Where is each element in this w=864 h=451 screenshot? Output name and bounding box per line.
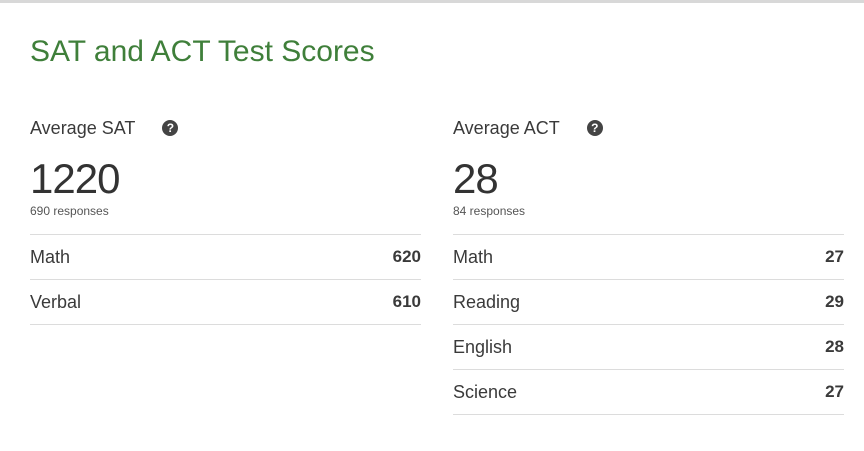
act-reading-value: 29 bbox=[825, 292, 844, 311]
top-divider bbox=[0, 0, 864, 3]
act-science-label: Science bbox=[453, 381, 518, 402]
average-act-score: 28 bbox=[453, 155, 499, 202]
sat-help-icon[interactable]: ? bbox=[162, 120, 179, 136]
act-breakdown: Math 27 Reading 29 English 28 Science 27 bbox=[453, 234, 844, 415]
average-sat-label: Average SAT bbox=[30, 117, 136, 138]
sat-verbal-value: 610 bbox=[392, 292, 421, 311]
act-row-math: Math 27 bbox=[453, 235, 844, 280]
sat-math-value: 620 bbox=[392, 247, 421, 266]
act-responses-count: 84 responses bbox=[453, 204, 526, 218]
average-sat-score: 1220 bbox=[30, 155, 120, 202]
sat-math-label: Math bbox=[30, 246, 71, 267]
sat-verbal-label: Verbal bbox=[30, 291, 82, 312]
act-help-icon[interactable]: ? bbox=[586, 120, 603, 136]
act-math-label: Math bbox=[453, 246, 494, 267]
sat-label-row: Average SAT ? bbox=[30, 112, 421, 144]
act-column: Average ACT ? 28 84 responses Math 27 Re… bbox=[453, 112, 844, 415]
sat-row-verbal: Verbal 610 bbox=[30, 280, 421, 325]
act-row-english: English 28 bbox=[453, 325, 844, 370]
sat-responses-count: 690 responses bbox=[30, 204, 109, 218]
sat-column: Average SAT ? 1220 690 responses Math 62… bbox=[30, 112, 421, 325]
section-title: SAT and ACT Test Scores bbox=[30, 35, 375, 68]
sat-breakdown: Math 620 Verbal 610 bbox=[30, 234, 421, 325]
sat-row-math: Math 620 bbox=[30, 235, 421, 280]
test-scores-panel: SAT and ACT Test Scores Average SAT ? 12… bbox=[0, 0, 864, 451]
act-reading-label: Reading bbox=[453, 291, 521, 312]
act-row-reading: Reading 29 bbox=[453, 280, 844, 325]
act-label-row: Average ACT ? bbox=[453, 112, 844, 144]
act-math-value: 27 bbox=[825, 247, 844, 266]
act-english-label: English bbox=[453, 336, 513, 357]
act-english-value: 28 bbox=[825, 337, 844, 356]
act-science-value: 27 bbox=[825, 382, 844, 401]
act-row-science: Science 27 bbox=[453, 370, 844, 415]
average-act-label: Average ACT bbox=[453, 117, 560, 138]
